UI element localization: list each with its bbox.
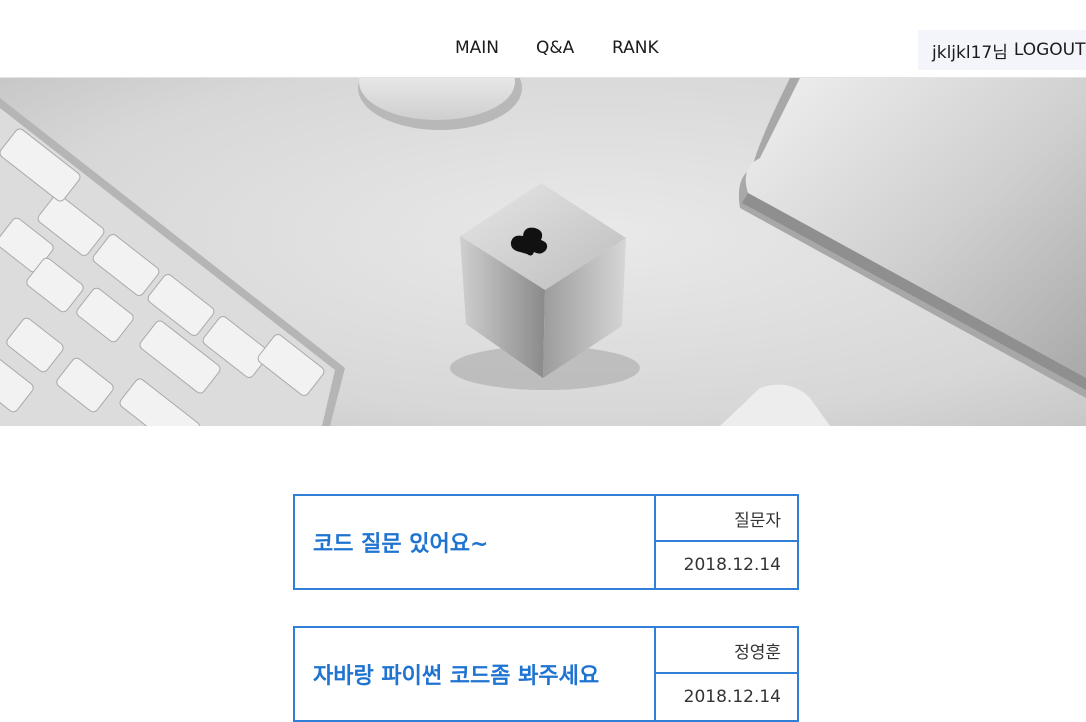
post-date: 2018.12.14 <box>683 555 781 575</box>
logout-button[interactable]: LOGOUT <box>1014 40 1086 60</box>
post-title[interactable]: 코드 질문 있어요~ <box>295 496 656 588</box>
post-meta: 정영훈 2018.12.14 <box>656 628 797 720</box>
nav-link-qa[interactable]: Q&A <box>536 38 574 58</box>
hero-desk-illustration <box>0 78 1086 426</box>
hero-banner-image <box>0 78 1086 426</box>
user-box: jkljkl17님 LOGOUT <box>918 30 1086 70</box>
nav-link-main[interactable]: MAIN <box>455 38 499 58</box>
nav-link-rank[interactable]: RANK <box>612 38 659 58</box>
top-navigation-bar: MAIN Q&A RANK jkljkl17님 LOGOUT <box>0 0 1086 78</box>
post-card[interactable]: 자바랑 파이썬 코드좀 봐주세요 정영훈 2018.12.14 <box>293 626 799 722</box>
post-title[interactable]: 자바랑 파이썬 코드좀 봐주세요 <box>295 628 656 720</box>
post-date: 2018.12.14 <box>683 687 781 707</box>
post-author: 질문자 <box>656 496 797 543</box>
post-author: 정영훈 <box>656 628 797 675</box>
post-card[interactable]: 코드 질문 있어요~ 질문자 2018.12.14 <box>293 494 799 590</box>
post-meta: 질문자 2018.12.14 <box>656 496 797 588</box>
username-greeting: jkljkl17님 <box>932 42 1008 63</box>
